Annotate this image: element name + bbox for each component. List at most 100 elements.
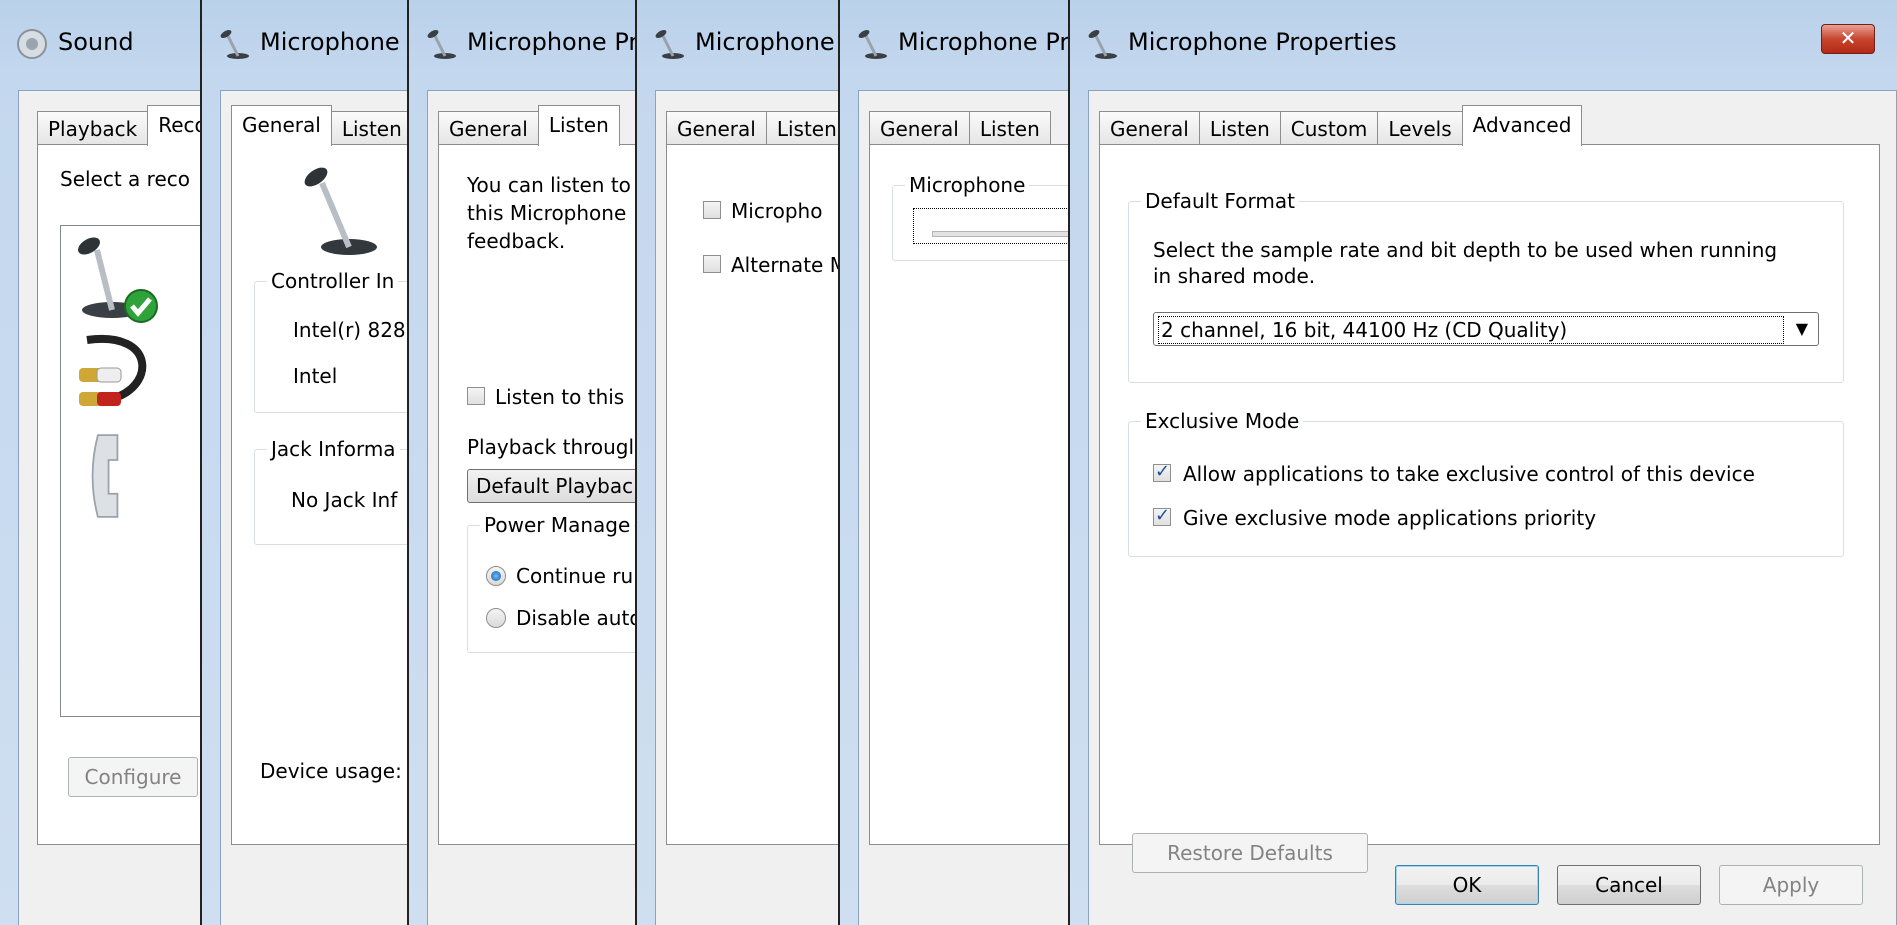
title-bar[interactable]: Microphone P <box>637 0 838 90</box>
tab-strip: PlaybackReco <box>37 105 200 146</box>
group-label: Power Manage <box>480 513 635 537</box>
tab-general[interactable]: General <box>869 111 970 146</box>
configure-button[interactable]: Configure <box>68 757 198 797</box>
tab-general[interactable]: General <box>231 105 332 146</box>
title-bar[interactable]: Microphone Pro <box>409 0 635 90</box>
sample-rate-value: 2 channel, 16 bit, 44100 Hz (CD Quality) <box>1158 316 1784 344</box>
listen-to-device-label[interactable]: Listen to this <box>495 385 624 409</box>
controller-name: Intel(r) 828 <box>293 318 406 342</box>
format-description-line-1: Select the sample rate and bit depth to … <box>1153 238 1778 262</box>
tab-advanced[interactable]: Advanced <box>1461 105 1583 146</box>
tab-strip: General Listen Custom Levels Advanced <box>1099 105 1583 146</box>
sound-window: Sound PlaybackReco Select a reco <box>0 0 200 925</box>
window-client: PlaybackReco Select a reco <box>18 90 200 925</box>
tab-strip: General Listen <box>666 105 838 146</box>
group-label: Jack Informa <box>267 437 400 461</box>
title-bar[interactable]: Microphone P <box>202 0 407 90</box>
device-list[interactable] <box>60 225 200 717</box>
tab-playback[interactable]: Playback <box>37 111 149 146</box>
jack-info-text: No Jack Inf <box>291 488 398 512</box>
microphone-small-icon <box>427 30 456 59</box>
controller-information-group: Controller In Intel(r) 828 Intel <box>254 269 407 413</box>
restore-defaults-button[interactable]: Restore Defaults <box>1132 833 1368 873</box>
give-priority-label[interactable]: Give exclusive mode applications priorit… <box>1183 506 1596 530</box>
window-title: Microphone P <box>695 28 838 56</box>
microphone-properties-window-levels: Microphone Pro General Listen Microphone <box>838 0 1068 925</box>
microphone-properties-window-listen: Microphone Pro General Listen You can lis… <box>407 0 635 925</box>
window-title: Sound <box>58 28 134 56</box>
tab-listen[interactable]: Listen <box>1198 111 1281 146</box>
controller-vendor: Intel <box>293 364 338 388</box>
alternate-checkbox[interactable] <box>703 255 721 273</box>
tab-general[interactable]: General <box>438 111 539 146</box>
microphone-small-icon <box>655 30 684 59</box>
jack-information-group: Jack Informa No Jack Inf <box>254 437 407 545</box>
tab-page: Controller In Intel(r) 828 Intel Jack In… <box>231 144 407 845</box>
window-title: Microphone P <box>260 28 407 56</box>
microphone-boost-checkbox[interactable] <box>703 201 721 219</box>
power-management-group: Power Manage Continue ru Disable auto <box>467 513 635 653</box>
tab-general[interactable]: General <box>666 111 767 146</box>
chevron-down-icon: ▼ <box>1795 319 1808 338</box>
microphone-properties-window-general: Microphone P General Listen Controller In… <box>200 0 407 925</box>
give-priority-checkbox[interactable] <box>1153 505 1171 526</box>
sample-rate-select[interactable]: 2 channel, 16 bit, 44100 Hz (CD Quality)… <box>1153 312 1819 346</box>
group-label: Controller In <box>267 269 399 293</box>
microphone-small-icon <box>1088 30 1117 59</box>
window-client: General Listen Controller In Intel(r) 828… <box>220 90 407 925</box>
volume-slider[interactable] <box>913 208 1068 244</box>
title-bar[interactable]: Microphone Properties ✕ <box>1070 0 1897 90</box>
alternate-label[interactable]: Alternate M <box>731 253 838 277</box>
tab-listen[interactable]: Listen <box>968 111 1051 146</box>
tab-recording[interactable]: Reco <box>147 105 200 146</box>
allow-exclusive-label[interactable]: Allow applications to take exclusive con… <box>1183 462 1755 486</box>
microphone-large-icon <box>304 167 377 255</box>
tab-listen[interactable]: Listen <box>765 111 838 146</box>
apply-button[interactable]: Apply <box>1719 865 1863 905</box>
window-client: General Listen Custom Levels Advanced Defaul… <box>1088 90 1897 925</box>
allow-exclusive-checkbox[interactable] <box>1153 461 1171 482</box>
continue-running-label[interactable]: Continue ru <box>516 564 633 588</box>
disable-auto-radio[interactable] <box>486 608 506 628</box>
continue-running-radio[interactable] <box>486 566 506 586</box>
playback-device-select[interactable]: Default Playbacl <box>467 469 635 503</box>
window-client: General Listen Micropho Alternate M <box>655 90 838 925</box>
format-description-line-2: in shared mode. <box>1153 264 1316 288</box>
tab-listen[interactable]: Listen <box>537 105 620 146</box>
playback-device-value: Default Playbacl <box>476 474 635 498</box>
tab-page: Microphone <box>869 144 1068 845</box>
title-bar[interactable]: Microphone Pro <box>840 0 1068 90</box>
group-label: Microphone <box>905 173 1030 197</box>
window-title: Microphone Properties <box>1128 28 1397 56</box>
ok-button[interactable]: OK <box>1395 865 1539 905</box>
tab-strip: General Listen <box>231 105 407 146</box>
tab-strip: General Listen <box>438 105 620 146</box>
device-usage-label: Device usage: <box>260 759 402 783</box>
microphone-properties-window-custom: Microphone P GeneralListen Micropho Alte… <box>635 0 838 925</box>
title-bar[interactable]: Sound <box>0 0 200 90</box>
microphone-small-icon <box>220 30 249 59</box>
cancel-button[interactable]: Cancel <box>1557 865 1701 905</box>
microphone-boost-label[interactable]: Micropho <box>731 199 822 223</box>
tab-page: Select a reco Configure <box>37 144 200 845</box>
tab-general[interactable]: General <box>1099 111 1200 146</box>
group-label: Exclusive Mode <box>1141 409 1304 433</box>
close-button[interactable]: ✕ <box>1821 24 1875 54</box>
default-format-group: Default Format Select the sample rate an… <box>1128 189 1844 383</box>
exclusive-mode-group: Exclusive Mode Allow applications to tak… <box>1128 409 1844 557</box>
listen-to-device-checkbox[interactable] <box>467 387 485 405</box>
tab-levels[interactable]: Levels <box>1377 111 1463 146</box>
tab-listen[interactable]: Listen <box>330 111 407 146</box>
listen-description-line-1: You can listen to <box>467 173 631 197</box>
window-title: Microphone Pro <box>467 28 635 56</box>
disable-auto-label[interactable]: Disable auto <box>516 606 635 630</box>
tab-page: Micropho Alternate M <box>666 144 838 845</box>
select-device-prompt: Select a reco <box>60 167 190 191</box>
microphone-properties-window-advanced: Microphone Properties ✕ General Listen Cus… <box>1068 0 1897 925</box>
tab-custom[interactable]: Custom <box>1279 111 1379 146</box>
speaker-icon <box>17 29 47 59</box>
window-client: General Listen You can listen to this Mic… <box>427 90 635 925</box>
tab-strip: General Listen <box>869 105 1051 146</box>
microphone-small-icon <box>858 30 887 59</box>
group-label: Default Format <box>1141 189 1299 213</box>
